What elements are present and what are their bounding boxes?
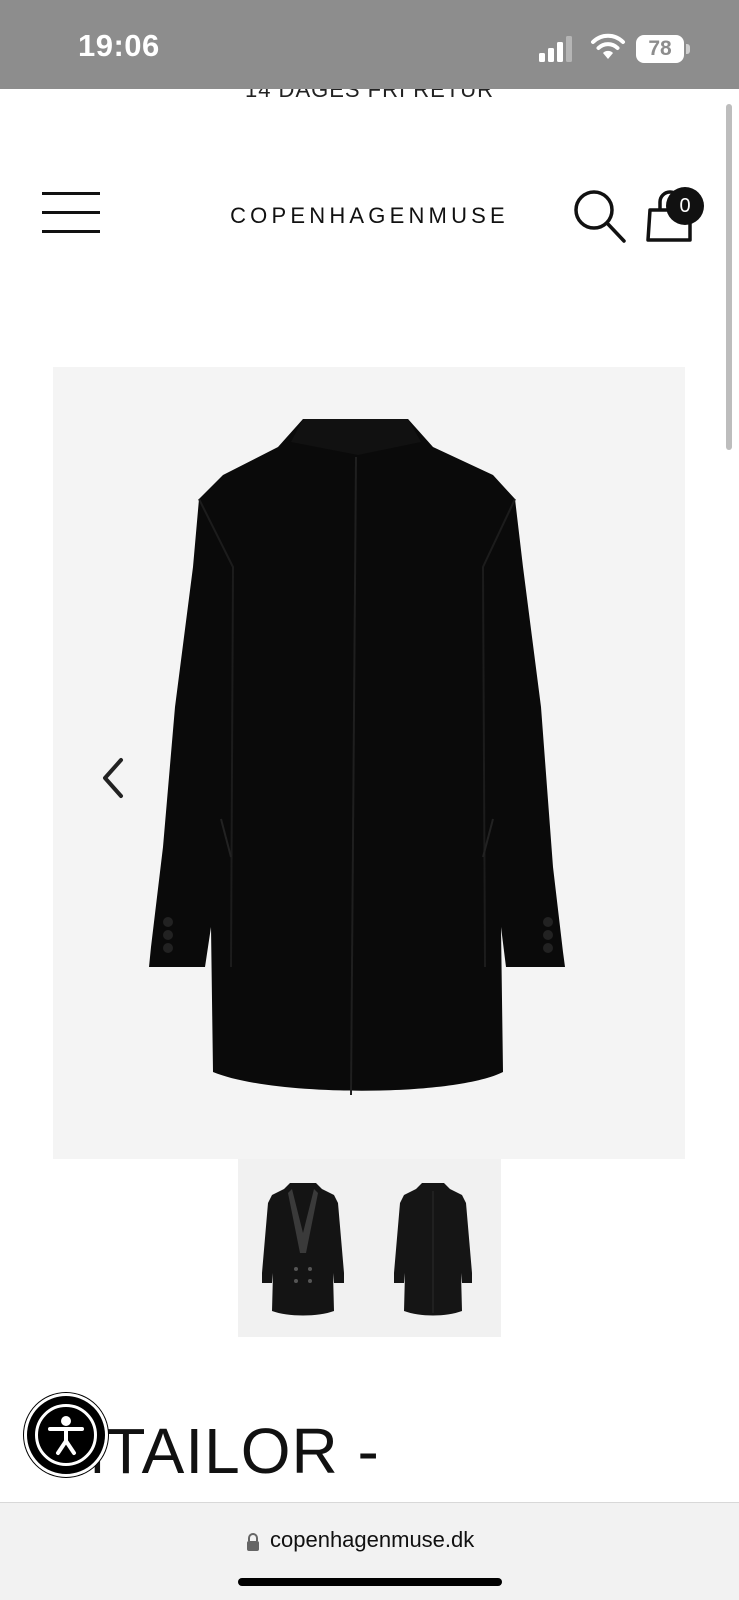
status-bar: 19:06 78 — [0, 0, 739, 89]
announcement-bar: 14 DAGES FRI RETUR — [0, 89, 739, 105]
thumbnail-strip — [238, 1159, 501, 1337]
battery-level: 78 — [648, 37, 672, 60]
accessibility-person-icon — [35, 1404, 97, 1466]
chevron-left-icon[interactable] — [95, 752, 135, 804]
thumbnail-back[interactable] — [378, 1173, 488, 1323]
home-indicator — [238, 1578, 502, 1586]
announcement-text: 14 DAGES FRI RETUR — [244, 89, 495, 102]
brand-logo[interactable]: COPENHAGENMUSE — [200, 203, 539, 229]
accessibility-button[interactable] — [24, 1393, 108, 1477]
url-text[interactable]: copenhagenmuse.dk — [270, 1527, 474, 1553]
wifi-icon — [591, 33, 625, 59]
product-main-image[interactable] — [53, 367, 685, 1159]
page-scrollbar[interactable] — [726, 104, 732, 450]
browser-address-bar[interactable]: copenhagenmuse.dk — [0, 1502, 739, 1600]
signal-icon — [539, 36, 572, 62]
search-icon[interactable] — [569, 186, 629, 246]
cart-count-badge[interactable]: 0 — [666, 187, 704, 225]
blazer-back-illustration — [149, 419, 565, 1096]
status-time: 19:06 — [78, 28, 160, 63]
battery-icon: 78 — [636, 35, 690, 63]
hamburger-menu-icon[interactable] — [42, 192, 100, 236]
product-page: 19:06 78 14 DAGES FRI RETUR COPENHAGENMU… — [0, 0, 739, 1600]
thumbnail-front[interactable] — [248, 1173, 358, 1323]
lock-icon — [247, 1533, 259, 1551]
